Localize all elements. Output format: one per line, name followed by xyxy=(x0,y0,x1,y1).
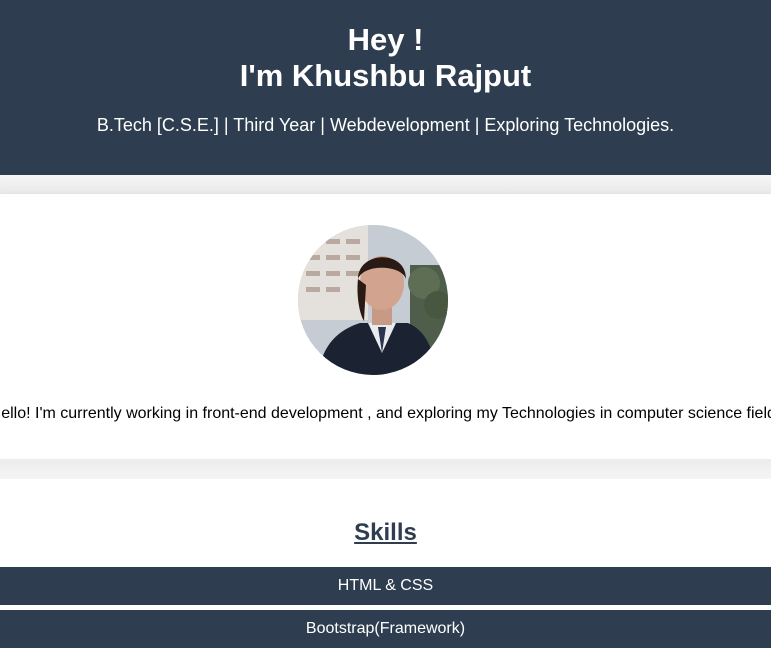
greeting-heading: Hey ! xyxy=(347,22,424,57)
about-section: Hello! I'm currently working in front-en… xyxy=(0,194,771,459)
about-description: Hello! I'm currently working in front-en… xyxy=(0,405,771,422)
section-divider xyxy=(0,175,771,194)
tagline-text: B.Tech [C.S.E.] | Third Year | Webdevelo… xyxy=(96,115,675,135)
skill-item: Bootstrap(Framework) xyxy=(0,610,771,648)
skills-section: Skills HTML & CSS Bootstrap(Framework) xyxy=(0,479,771,648)
profile-photo xyxy=(298,225,448,375)
name-heading: I'm Khushbu Rajput xyxy=(239,58,532,93)
header-banner: Hey ! I'm Khushbu Rajput B.Tech [C.S.E.]… xyxy=(0,0,771,175)
profile-photo-image xyxy=(298,225,448,375)
skill-item: HTML & CSS xyxy=(0,567,771,605)
section-divider xyxy=(0,459,771,479)
skills-heading: Skills xyxy=(354,519,417,546)
